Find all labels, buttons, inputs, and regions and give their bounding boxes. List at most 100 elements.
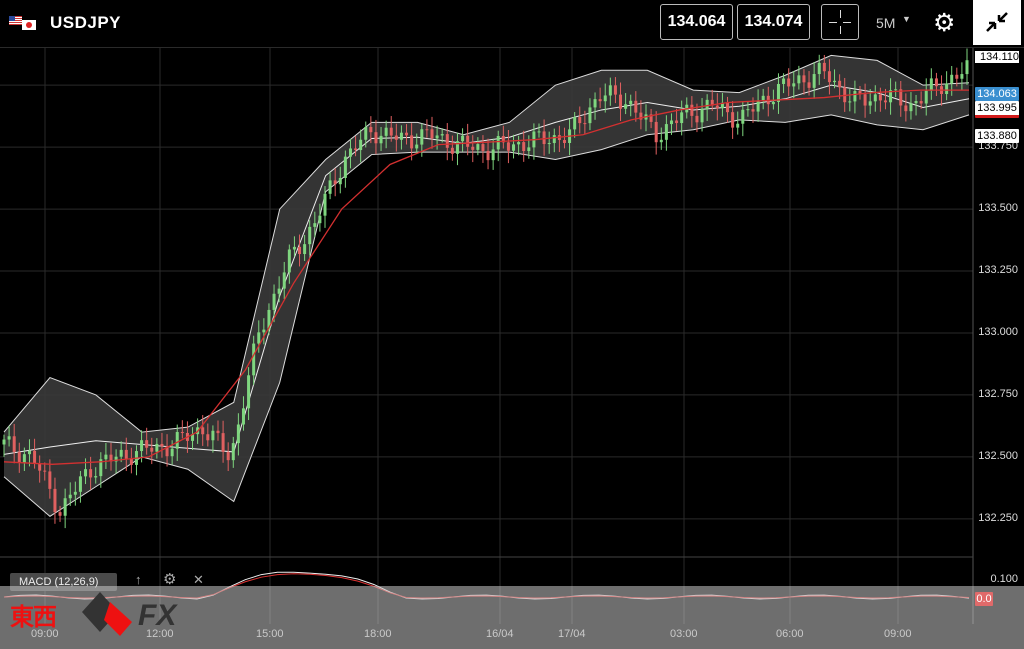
candle <box>53 488 57 513</box>
candle <box>950 74 954 84</box>
candle <box>272 293 276 310</box>
candle <box>2 439 6 445</box>
candle <box>394 135 398 140</box>
candle <box>298 246 302 255</box>
candle <box>782 78 786 84</box>
candle <box>680 112 684 124</box>
candle <box>160 443 164 447</box>
candle <box>415 144 419 149</box>
candle <box>929 78 933 91</box>
candle <box>960 74 964 79</box>
candle <box>848 101 852 103</box>
candle <box>119 449 123 457</box>
candle <box>919 101 923 104</box>
candle <box>506 142 510 151</box>
candle <box>231 443 235 461</box>
bollinger-band <box>4 55 969 517</box>
upper-band-tag: 133.995 <box>975 101 1019 118</box>
candle <box>914 101 918 104</box>
candle <box>359 139 363 151</box>
candle <box>89 469 93 478</box>
price-axis-label: 133.000 <box>978 325 1018 338</box>
candle <box>588 107 592 124</box>
candle <box>578 117 582 124</box>
candle <box>746 109 750 111</box>
candle <box>664 124 668 140</box>
candle <box>522 142 526 151</box>
candle <box>797 75 801 84</box>
candle <box>527 147 531 151</box>
candle <box>705 99 709 109</box>
candle <box>84 469 88 477</box>
logo-kanji: 東西 <box>10 604 57 631</box>
candle <box>496 136 500 150</box>
logo-diamond-icon <box>82 592 132 636</box>
candle <box>236 424 240 444</box>
candle <box>73 491 77 495</box>
candle <box>491 149 495 161</box>
candle <box>517 142 521 145</box>
bollinger-middle-line <box>3 84 970 455</box>
candle <box>965 60 969 75</box>
candle <box>389 127 393 136</box>
candle <box>583 123 587 125</box>
candle <box>33 450 37 464</box>
candle <box>593 99 597 108</box>
candle <box>675 120 679 124</box>
candle <box>552 135 556 144</box>
move-up-icon[interactable]: ↑ <box>135 572 142 587</box>
candle <box>354 148 358 151</box>
candle <box>318 215 322 224</box>
candle <box>48 471 52 489</box>
candle <box>155 443 159 452</box>
candle <box>476 144 480 150</box>
candle <box>771 101 775 105</box>
candle <box>440 134 444 136</box>
candle <box>955 74 959 79</box>
candle <box>481 144 485 151</box>
candle <box>873 94 877 102</box>
candle <box>338 177 342 185</box>
current-price-tag: 134.063 <box>975 87 1019 101</box>
candle <box>445 134 449 148</box>
candle <box>175 432 179 449</box>
candle <box>486 150 490 161</box>
candle <box>634 100 638 113</box>
candle <box>812 74 816 88</box>
candle <box>537 131 541 133</box>
candle <box>27 450 31 455</box>
price-axis-label: 132.250 <box>978 511 1018 524</box>
candle <box>22 454 26 463</box>
candle <box>58 512 62 516</box>
price-axis-label: 133.500 <box>978 202 1018 215</box>
price-axis-label: 133.250 <box>978 264 1018 277</box>
candle <box>7 436 11 440</box>
candle <box>140 440 144 452</box>
candle <box>827 71 831 83</box>
candle <box>751 109 755 112</box>
candle <box>598 99 602 102</box>
price-chart[interactable] <box>0 0 1024 649</box>
candle <box>241 408 245 425</box>
candle <box>450 147 454 154</box>
candle <box>369 126 373 133</box>
price-axis-label: 134.110 <box>975 50 1019 63</box>
candle <box>94 476 98 478</box>
candle <box>904 105 908 112</box>
candle <box>802 75 806 83</box>
candle <box>410 135 414 149</box>
candle <box>124 449 128 459</box>
candle <box>104 454 108 460</box>
logo-fx: FX <box>138 599 177 632</box>
candle <box>211 430 215 441</box>
macd-zero-tag: 0.0 <box>975 592 993 606</box>
candle <box>17 451 21 463</box>
candle <box>817 62 821 75</box>
candle <box>787 78 791 87</box>
candle <box>603 95 607 102</box>
candle <box>909 103 913 112</box>
candle <box>206 434 210 441</box>
candle <box>613 85 617 95</box>
candle <box>669 120 673 125</box>
candle <box>129 458 133 465</box>
